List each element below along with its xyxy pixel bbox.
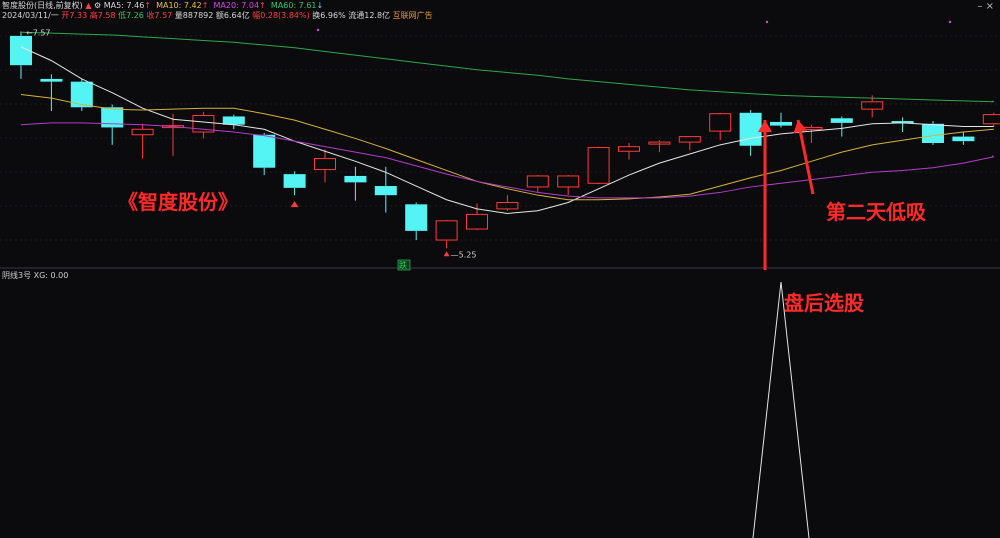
candle-down (922, 123, 944, 143)
candle-down (253, 134, 276, 168)
candle-down (405, 204, 428, 231)
candle-down (830, 118, 853, 123)
ma60-line (20, 31, 994, 103)
candle-up (618, 146, 640, 152)
candle-up (678, 136, 701, 143)
candle-up (466, 213, 488, 230)
candle-up (861, 101, 884, 110)
candle-down (952, 136, 975, 142)
signal-dot (316, 28, 320, 32)
indicator-label: 阴线3号 XG: 0.00 (2, 271, 69, 280)
candle-down (739, 112, 762, 146)
candle-up (587, 147, 610, 184)
up-arrow-marker (290, 201, 299, 208)
signal-dot (948, 20, 952, 24)
low-price-label: —5.25 (451, 250, 477, 259)
after-close-annotation: 盘后选股 (784, 291, 864, 315)
indicator-spike (752, 281, 810, 538)
candle-up (526, 175, 549, 188)
candle-up (709, 113, 732, 132)
ma10-line (20, 93, 994, 201)
kline-chart[interactable]: ←7.57 —5.25 跌 (0, 0, 1000, 538)
candle-up (314, 158, 336, 171)
drop-badge-label: 跌 (399, 260, 407, 270)
signal-dot (765, 20, 769, 24)
indicator-header: 阴线3号 XG: 0.00 (2, 270, 68, 281)
candle-up (557, 175, 580, 188)
high-price-label: ←7.57 (26, 28, 51, 37)
candle-down (770, 121, 792, 126)
low-price-marker (443, 251, 450, 257)
candle-down (283, 174, 306, 188)
candle-down (70, 81, 93, 108)
candle-down (344, 175, 367, 183)
candle-up (982, 114, 1000, 125)
candle-up (131, 128, 154, 136)
candle-down (222, 116, 245, 125)
candle-down (374, 186, 397, 196)
candle-up (435, 220, 458, 241)
candle-down (40, 78, 63, 82)
stock-title-annotation: 《智度股份》 (118, 190, 238, 214)
low-buy-annotation: 第二天低吸 (826, 200, 926, 224)
